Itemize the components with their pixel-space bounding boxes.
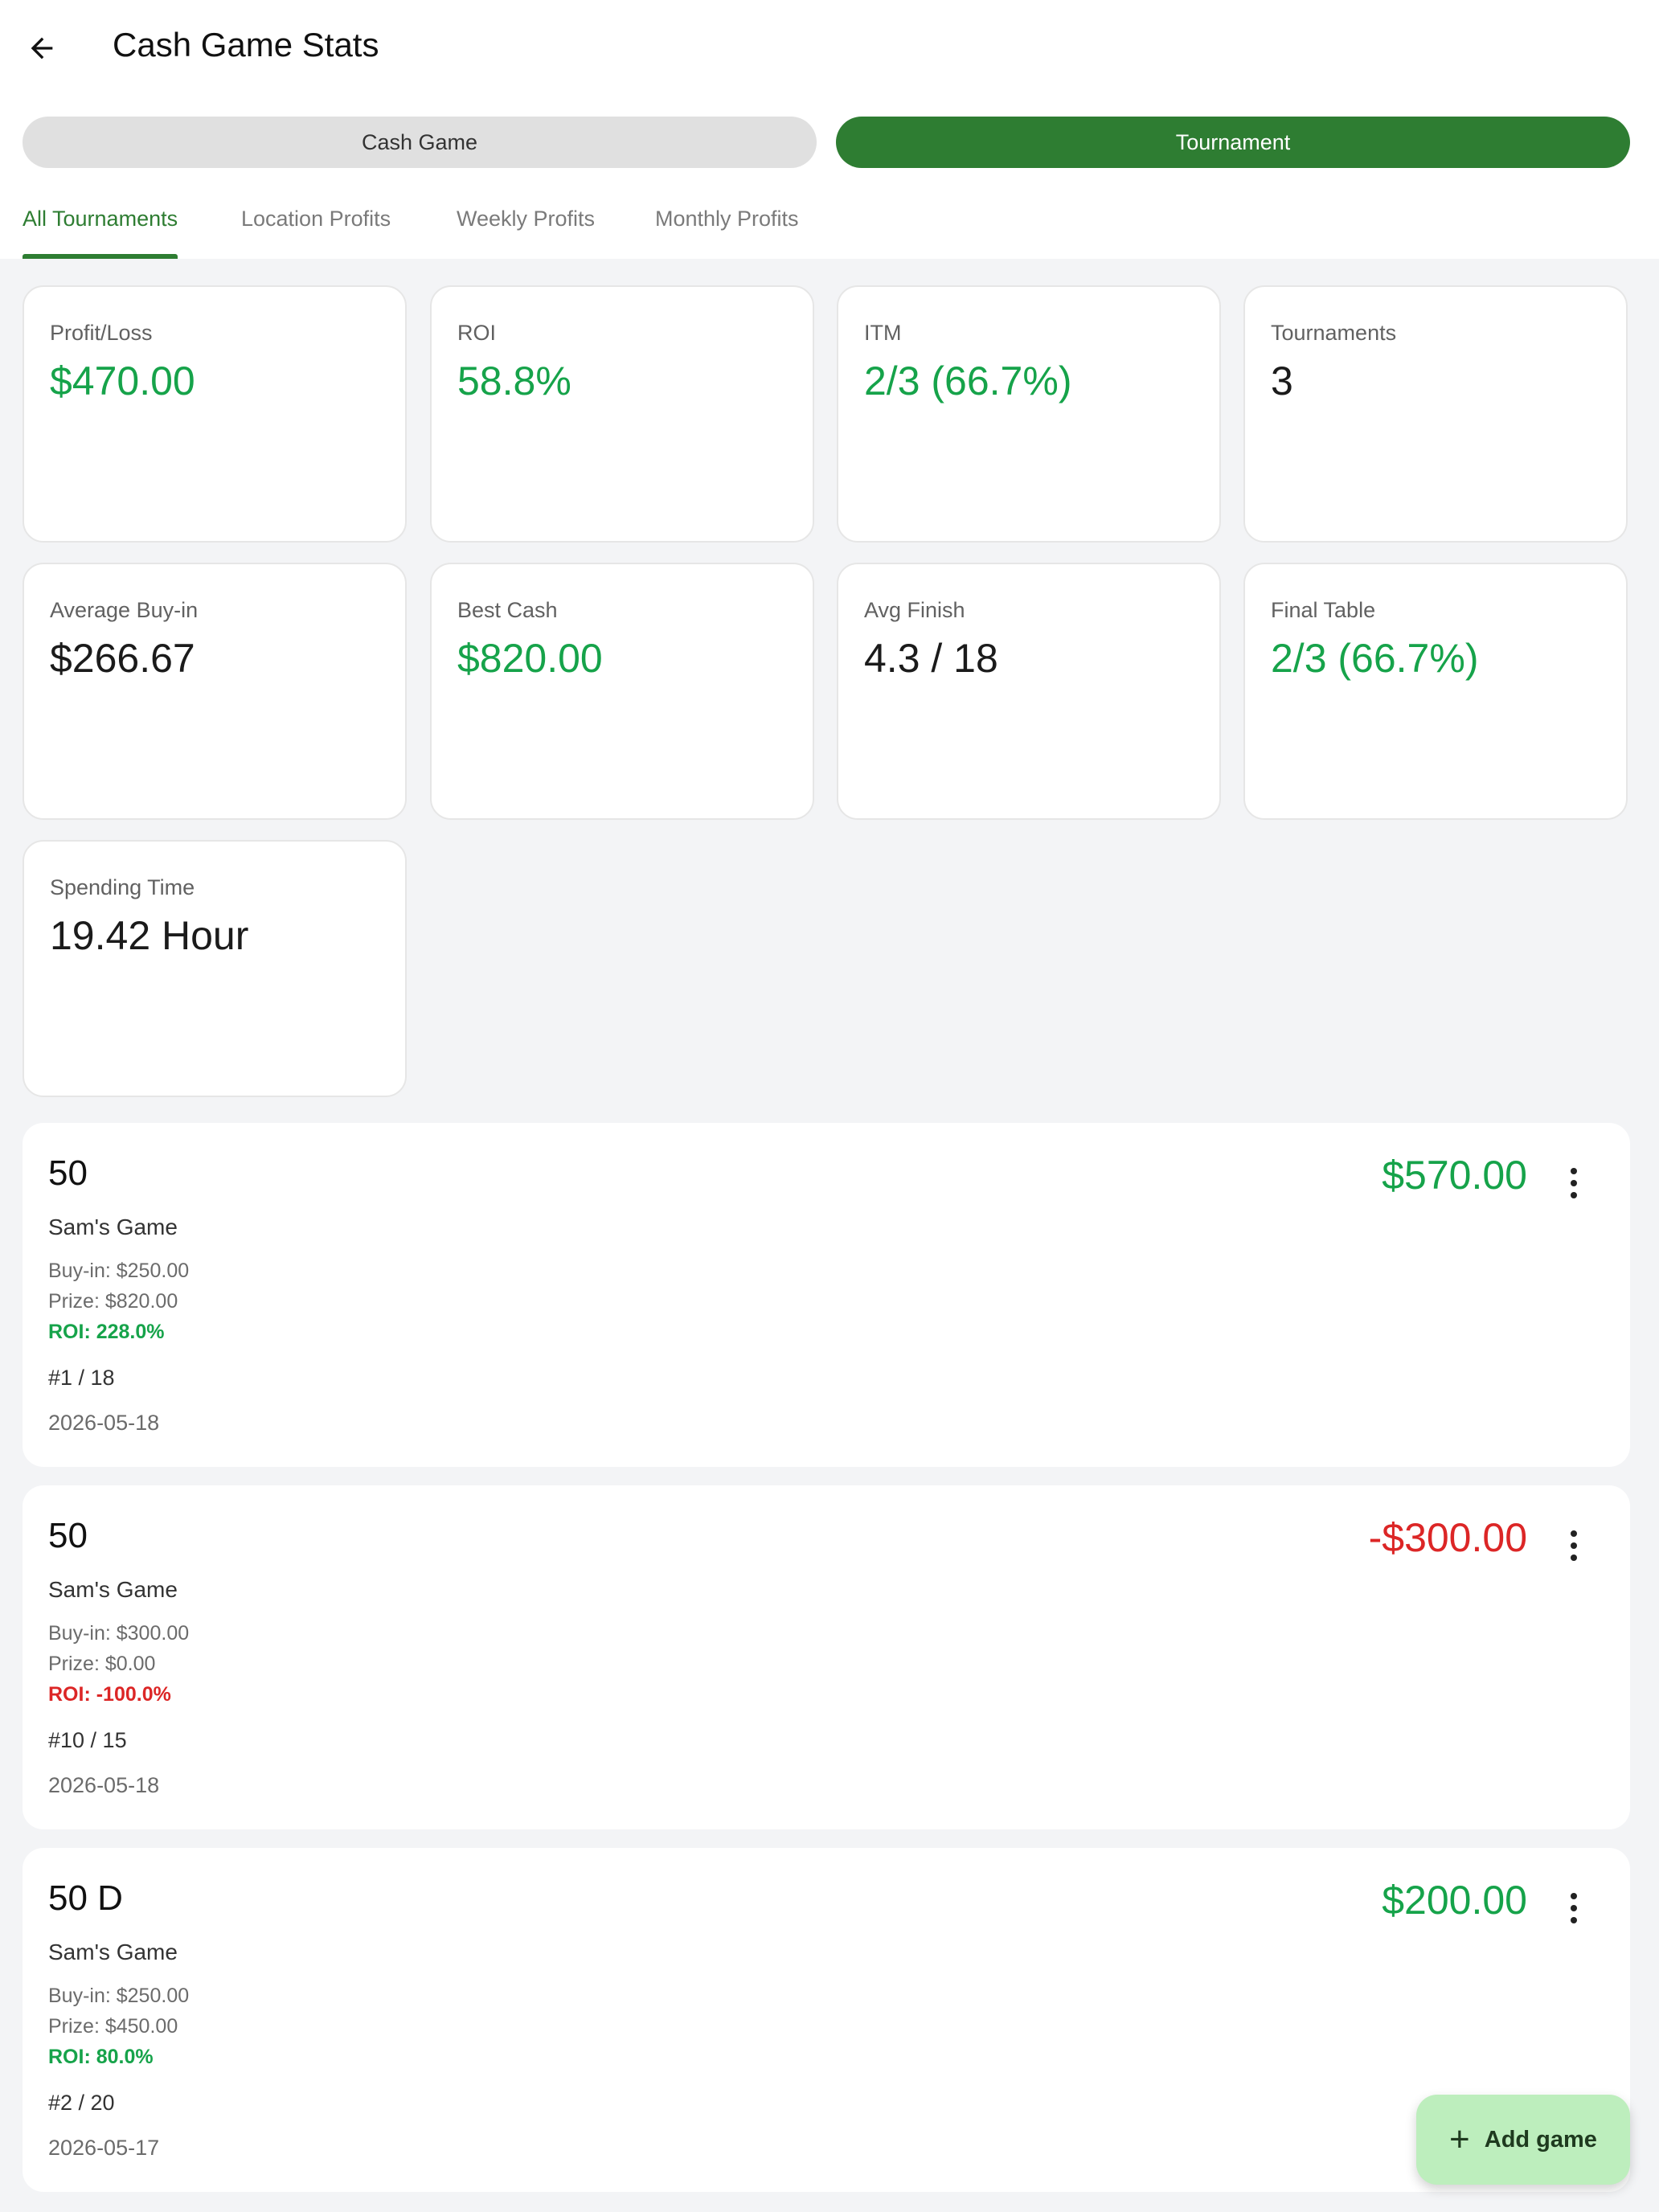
stat-card-average-buy-in: Average Buy-in $266.67 (23, 563, 407, 820)
stat-card-roi: ROI 58.8% (430, 285, 814, 543)
tab-location-profits[interactable]: Location Profits (241, 201, 391, 259)
game-roi: ROI: 228.0% (48, 1321, 165, 1343)
tab-label: All Tournaments (23, 207, 178, 231)
stat-card-avg-finish: Avg Finish 4.3 / 18 (837, 563, 1221, 820)
tab-active-indicator (23, 254, 178, 259)
tab-weekly-profits[interactable]: Weekly Profits (457, 201, 595, 259)
stat-value: $820.00 (457, 636, 603, 681)
stat-value: 2/3 (66.7%) (864, 358, 1072, 403)
game-prize: Prize: $820.00 (48, 1290, 178, 1313)
stat-value: 19.42 Hour (50, 913, 249, 958)
stat-label: Tournaments (1271, 321, 1397, 345)
game-profit: $200.00 (1382, 1878, 1527, 1923)
game-name: 50 (48, 1516, 88, 1555)
game-profit: -$300.00 (1368, 1515, 1527, 1560)
segment-tournament[interactable]: Tournament (836, 117, 1630, 168)
game-name: 50 D (48, 1878, 123, 1918)
page-title: Cash Game Stats (113, 26, 379, 63)
stat-label: Best Cash (457, 598, 558, 622)
game-location: Sam's Game (48, 1940, 178, 1964)
game-name: 50 (48, 1153, 88, 1193)
game-roi: ROI: 80.0% (48, 2046, 154, 2068)
tab-label: Location Profits (241, 207, 391, 231)
add-game-label: Add game (1484, 2126, 1597, 2153)
page: Cash Game Stats Cash Game Tournament All… (0, 0, 1659, 2212)
stat-value: 58.8% (457, 358, 571, 403)
stat-card-spending-time: Spending Time 19.42 Hour (23, 840, 407, 1097)
stat-label: Spending Time (50, 875, 195, 899)
game-date: 2026-05-18 (48, 1411, 160, 1435)
more-vert-icon[interactable] (1558, 1888, 1590, 1928)
game-date: 2026-05-18 (48, 1773, 160, 1797)
game-card[interactable]: 50 Sam's Game Buy-in: $300.00 Prize: $0.… (23, 1485, 1630, 1829)
stat-value: 3 (1271, 358, 1293, 403)
more-vert-icon[interactable] (1558, 1163, 1590, 1203)
stat-label: ROI (457, 321, 497, 345)
stat-label: Average Buy-in (50, 598, 199, 622)
tab-label: Weekly Profits (457, 207, 596, 231)
top-bar: Cash Game Stats Cash Game Tournament All… (0, 0, 1659, 259)
arrow-left-icon (31, 37, 53, 59)
stat-value: 2/3 (66.7%) (1271, 636, 1479, 681)
stat-label: Profit/Loss (50, 321, 153, 345)
stat-card-profit-loss: Profit/Loss $470.00 (23, 285, 407, 543)
game-card[interactable]: 50 Sam's Game Buy-in: $250.00 Prize: $82… (23, 1123, 1630, 1467)
segment-cash-game[interactable]: Cash Game (23, 117, 817, 168)
game-prize: Prize: $0.00 (48, 1653, 156, 1675)
stat-label: ITM (864, 321, 902, 345)
game-location: Sam's Game (48, 1577, 178, 1602)
stat-card-best-cash: Best Cash $820.00 (430, 563, 814, 820)
stat-label: Final Table (1271, 598, 1376, 622)
game-prize: Prize: $450.00 (48, 2015, 178, 2038)
stat-value: $470.00 (50, 358, 195, 403)
game-finish-position: #1 / 18 (48, 1366, 115, 1390)
plus-icon: + (1449, 2120, 1470, 2159)
more-vert-icon[interactable] (1558, 1526, 1590, 1566)
game-location: Sam's Game (48, 1215, 178, 1239)
tab-all-tournaments[interactable]: All Tournaments (23, 201, 178, 259)
back-button[interactable] (18, 24, 66, 72)
game-card[interactable]: 50 D Sam's Game Buy-in: $250.00 Prize: $… (23, 1848, 1630, 2192)
add-game-button[interactable]: + Add game (1416, 2095, 1630, 2185)
game-finish-position: #10 / 15 (48, 1728, 127, 1752)
stat-label: Avg Finish (864, 598, 965, 622)
game-profit: $570.00 (1382, 1153, 1527, 1198)
game-buy-in: Buy-in: $250.00 (48, 1985, 190, 2007)
stat-value: $266.67 (50, 636, 195, 681)
game-finish-position: #2 / 20 (48, 2091, 115, 2115)
game-buy-in: Buy-in: $300.00 (48, 1622, 190, 1645)
tab-label: Monthly Profits (655, 207, 799, 231)
tab-monthly-profits[interactable]: Monthly Profits (655, 201, 799, 259)
game-date: 2026-05-17 (48, 2136, 160, 2160)
stat-card-tournaments: Tournaments 3 (1243, 285, 1628, 543)
game-buy-in: Buy-in: $250.00 (48, 1260, 190, 1282)
game-roi: ROI: -100.0% (48, 1683, 171, 1706)
stat-card-itm: ITM 2/3 (66.7%) (837, 285, 1221, 543)
stat-card-final-table: Final Table 2/3 (66.7%) (1243, 563, 1628, 820)
stat-value: 4.3 / 18 (864, 636, 998, 681)
